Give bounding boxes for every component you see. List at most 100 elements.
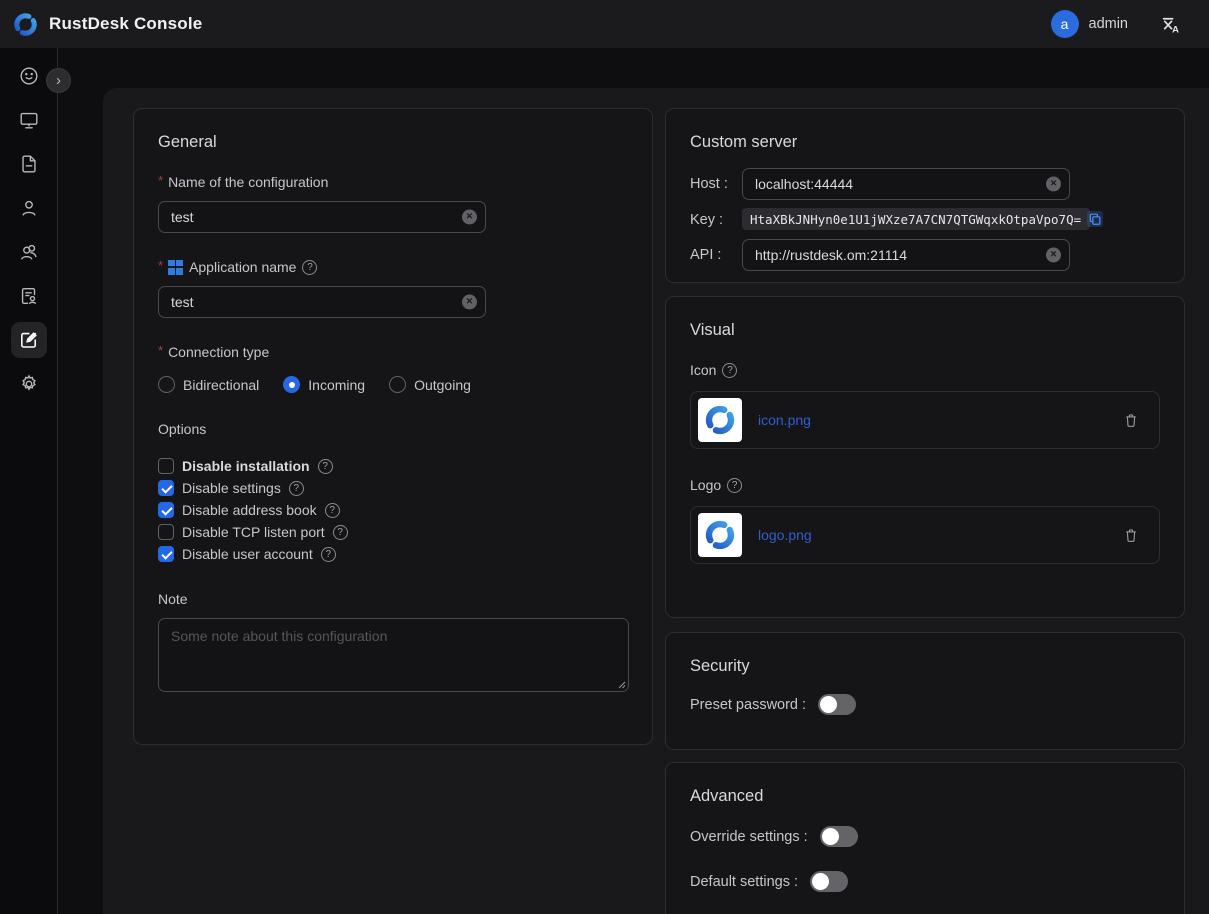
key-value: HtaXBkJNHyn0e1U1jWXze7A7CN7QTGWqxkOtpaVp… — [750, 212, 1081, 227]
default-settings-toggle[interactable] — [810, 871, 848, 892]
help-icon[interactable]: ? — [727, 478, 742, 493]
application-name-field: × — [158, 286, 486, 318]
host-label: Host : — [690, 176, 742, 192]
clear-icon[interactable]: × — [1046, 248, 1061, 263]
option-disable-tcp-listen-port[interactable]: Disable TCP listen port ? — [158, 521, 628, 543]
required-marker: * — [158, 258, 163, 273]
checkbox-icon[interactable] — [158, 524, 174, 540]
sidebar-item-settings[interactable] — [11, 366, 47, 402]
general-card: General * Name of the configuration × * … — [133, 108, 653, 745]
preset-password-label: Preset password : — [690, 697, 806, 713]
svg-text:A: A — [1172, 24, 1179, 35]
override-settings-label: Override settings : — [690, 829, 808, 845]
chevron-right-icon: › — [56, 73, 61, 88]
security-title: Security — [690, 657, 1160, 676]
logo-file-link[interactable]: logo.png — [758, 527, 812, 543]
preset-password-row: Preset password : — [690, 694, 1160, 715]
help-icon[interactable]: ? — [333, 525, 348, 540]
config-name-label: * Name of the configuration — [158, 174, 628, 190]
icon-file-link[interactable]: icon.png — [758, 412, 811, 428]
api-input[interactable] — [742, 239, 1070, 271]
edit-icon — [18, 329, 40, 351]
icon-label: Icon ? — [690, 362, 1160, 378]
help-icon[interactable]: ? — [722, 363, 737, 378]
connection-type-label: * Connection type — [158, 344, 628, 360]
preset-password-toggle[interactable] — [818, 694, 856, 715]
option-disable-address-book[interactable]: Disable address book ? — [158, 499, 628, 521]
required-marker: * — [158, 343, 163, 358]
smiley-icon — [18, 65, 40, 87]
options-group: Disable installation ? Disable settings … — [158, 455, 628, 565]
logo-file-row: logo.png — [690, 506, 1160, 564]
config-name-input[interactable] — [158, 201, 486, 233]
radio-icon[interactable] — [389, 376, 406, 393]
radio-incoming[interactable]: Incoming — [283, 376, 365, 393]
help-icon[interactable]: ? — [325, 503, 340, 518]
advanced-title: Advanced — [690, 787, 1160, 806]
user-avatar[interactable]: a — [1051, 10, 1079, 38]
advanced-card: Advanced Override settings : Default set… — [665, 762, 1185, 914]
host-input[interactable] — [742, 168, 1070, 200]
logo-label: Logo ? — [690, 477, 1160, 493]
sidebar-item-overview[interactable] — [11, 58, 47, 94]
checkbox-icon[interactable] — [158, 546, 174, 562]
app-title: RustDesk Console — [49, 14, 202, 34]
sidebar-expand-button[interactable]: › — [46, 68, 71, 93]
user-icon — [18, 197, 40, 219]
clear-icon[interactable]: × — [462, 295, 477, 310]
gear-icon — [18, 373, 40, 395]
api-row: API : × — [690, 239, 1160, 271]
brand: RustDesk Console — [12, 11, 202, 38]
checkbox-icon[interactable] — [158, 480, 174, 496]
checkbox-icon[interactable] — [158, 458, 174, 474]
help-icon[interactable]: ? — [318, 459, 333, 474]
sidebar-item-audit[interactable] — [11, 278, 47, 314]
help-icon[interactable]: ? — [321, 547, 336, 562]
note-field — [158, 618, 629, 692]
custom-server-card: Custom server Host : × Key : HtaXBkJNHyn… — [665, 108, 1185, 283]
option-disable-settings[interactable]: Disable settings ? — [158, 477, 628, 499]
note-label: Note — [158, 591, 628, 607]
api-label: API : — [690, 247, 742, 263]
sidebar-item-logs[interactable] — [11, 146, 47, 182]
option-disable-user-account[interactable]: Disable user account ? — [158, 543, 628, 565]
radio-icon[interactable] — [158, 376, 175, 393]
sidebar — [0, 48, 58, 914]
visual-title: Visual — [690, 321, 1160, 340]
trash-icon[interactable] — [1123, 527, 1139, 544]
checkbox-icon[interactable] — [158, 502, 174, 518]
translate-icon[interactable]: A — [1160, 14, 1181, 35]
sidebar-item-devices[interactable] — [11, 102, 47, 138]
monitor-icon — [18, 109, 40, 131]
key-value-chip: HtaXBkJNHyn0e1U1jWXze7A7CN7QTGWqxkOtpaVp… — [742, 208, 1090, 230]
application-name-label: * Application name ? — [158, 259, 628, 275]
option-disable-installation[interactable]: Disable installation ? — [158, 455, 628, 477]
default-settings-label: Default settings : — [690, 874, 798, 890]
help-icon[interactable]: ? — [302, 260, 317, 275]
trash-icon[interactable] — [1123, 412, 1139, 429]
override-settings-row: Override settings : — [690, 826, 1160, 847]
windows-icon — [168, 260, 183, 275]
copy-icon[interactable] — [1087, 211, 1103, 227]
security-card: Security Preset password : — [665, 632, 1185, 750]
default-settings-row: Default settings : — [690, 871, 1160, 892]
rustdesk-logo-icon — [12, 11, 39, 38]
application-name-input[interactable] — [158, 286, 486, 318]
note-textarea[interactable] — [158, 618, 629, 692]
radio-bidirectional[interactable]: Bidirectional — [158, 376, 259, 393]
logo-thumbnail — [698, 513, 742, 557]
sidebar-item-users[interactable] — [11, 190, 47, 226]
visual-card: Visual Icon ? icon.png — [665, 296, 1185, 618]
user-menu[interactable]: a admin — [1051, 10, 1129, 38]
document-icon — [18, 153, 40, 175]
override-settings-toggle[interactable] — [820, 826, 858, 847]
radio-outgoing[interactable]: Outgoing — [389, 376, 471, 393]
key-row: Key : HtaXBkJNHyn0e1U1jWXze7A7CN7QTGWqxk… — [690, 205, 1160, 234]
main-content: General * Name of the configuration × * … — [103, 88, 1209, 914]
sidebar-item-custom-client[interactable] — [11, 322, 47, 358]
help-icon[interactable]: ? — [289, 481, 304, 496]
clear-icon[interactable]: × — [462, 210, 477, 225]
radio-icon[interactable] — [283, 376, 300, 393]
sidebar-item-groups[interactable] — [11, 234, 47, 270]
clear-icon[interactable]: × — [1046, 177, 1061, 192]
